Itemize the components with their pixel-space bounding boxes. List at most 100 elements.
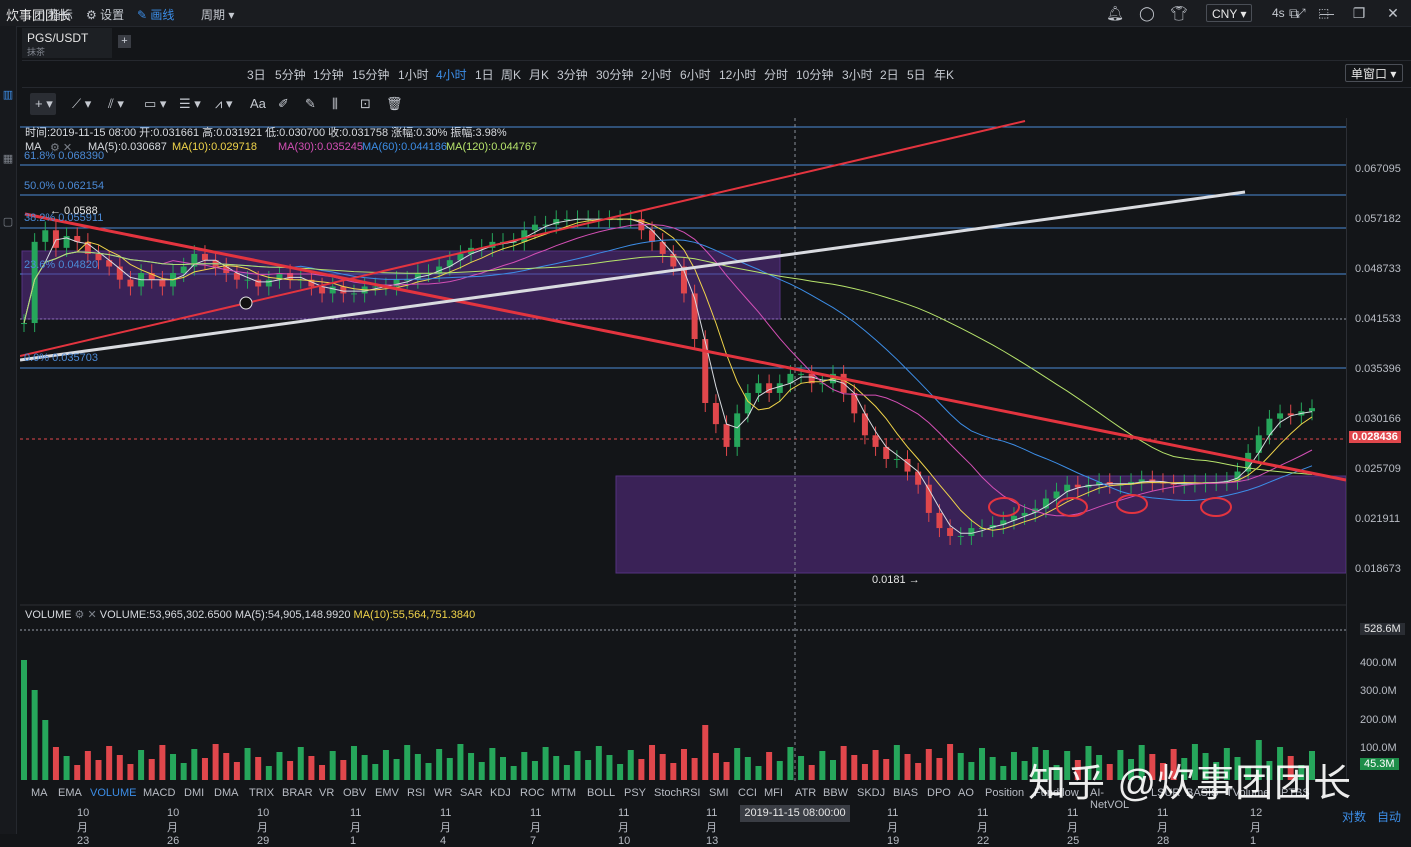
indicator-tab-25[interactable]: SKDJ <box>857 787 885 799</box>
interval-3[interactable]: 15分钟 <box>352 66 389 83</box>
indicator-tab-18[interactable]: PSY <box>624 787 646 799</box>
indicator-tab-26[interactable]: BIAS <box>893 787 918 799</box>
ruler-icon[interactable]: ✐ <box>278 96 289 112</box>
interval-17[interactable]: 2日 <box>880 66 899 83</box>
volume-bar <box>542 747 549 780</box>
indicator-tab-15[interactable]: ROC <box>520 787 544 799</box>
trend-anchor-point[interactable] <box>239 296 253 310</box>
volume-bar <box>457 744 464 780</box>
bell-icon[interactable]: 🔔︎ <box>1106 4 1124 22</box>
trade-icon[interactable]: ▥ <box>0 88 16 104</box>
interval-18[interactable]: 5日 <box>907 66 926 83</box>
maximize-icon[interactable]: ❐ <box>1350 4 1368 22</box>
volume-bar <box>521 752 528 780</box>
indicator-tab-7[interactable]: BRAR <box>282 787 313 799</box>
indicator-tab-17[interactable]: BOLL <box>587 787 615 799</box>
chart-icon[interactable]: ▦ <box>0 152 16 168</box>
indicator-tab-5[interactable]: DMA <box>214 787 238 799</box>
volume-settings-icon[interactable]: ⚙ ✕ <box>75 609 100 621</box>
interval-15[interactable]: 10分钟 <box>796 66 833 83</box>
screenshot-icon[interactable]: ⬚ <box>1318 6 1329 20</box>
trash-icon[interactable]: 🗑︎ <box>386 96 403 112</box>
interval-16[interactable]: 3小时 <box>842 66 873 83</box>
indicator-tab-14[interactable]: KDJ <box>490 787 511 799</box>
upper-trend-line <box>20 120 1026 357</box>
close-icon[interactable]: ✕ <box>1384 4 1402 22</box>
interval-8[interactable]: 月K <box>529 66 549 83</box>
interval-19[interactable]: 年K <box>934 66 954 83</box>
symbol-tab[interactable]: PGS/USDT 抹茶 <box>22 28 112 58</box>
indicator-tab-19[interactable]: StochRSI <box>654 787 700 799</box>
volume-bar <box>350 746 357 780</box>
interval-11[interactable]: 2小时 <box>641 66 672 83</box>
indicator-tab-20[interactable]: SMI <box>709 787 729 799</box>
period-dropdown[interactable]: 周期 ▾ <box>201 6 234 23</box>
brush-icon[interactable]: ✎ <box>305 96 316 112</box>
volume-bar <box>563 765 570 780</box>
interval-13[interactable]: 12小时 <box>719 66 756 83</box>
indicator-tab-16[interactable]: MTM <box>551 787 576 799</box>
account-icon[interactable]: ▢ <box>0 215 16 231</box>
indicator-tab-0[interactable]: MA <box>31 787 48 799</box>
interval-9[interactable]: 3分钟 <box>557 66 588 83</box>
interval-7[interactable]: 周K <box>501 66 521 83</box>
indicator-tab-29[interactable]: Position <box>985 787 1024 799</box>
volume-bar <box>883 759 890 780</box>
indicator-tab-6[interactable]: TRIX <box>249 787 274 799</box>
indicator-tab-27[interactable]: DPO <box>927 787 951 799</box>
interval-0[interactable]: 3日 <box>247 66 266 83</box>
indicator-tab-4[interactable]: DMI <box>184 787 204 799</box>
lock-icon[interactable]: ⊡ <box>360 96 371 112</box>
interval-12[interactable]: 6小时 <box>680 66 711 83</box>
volume-header: VOLUME ⚙ ✕ VOLUME:53,965,302.6500 MA(5):… <box>25 608 475 621</box>
ohlc-readout: 时间:2019-11-15 08:00 开:0.031661 高:0.03192… <box>25 127 507 139</box>
text-tool-icon[interactable]: Aa <box>250 96 266 111</box>
auto-scale-button[interactable]: 自动 <box>1377 808 1401 825</box>
log-scale-button[interactable]: 对数 <box>1342 808 1366 825</box>
ma60-value: MA(60):0.044186 <box>362 141 447 153</box>
price-chart[interactable] <box>20 118 1346 783</box>
candle <box>74 227 81 251</box>
indicator-tab-2[interactable]: VOLUME <box>90 787 136 799</box>
interval-10[interactable]: 30分钟 <box>596 66 633 83</box>
volume-bar <box>649 745 656 780</box>
indicator-tab-9[interactable]: OBV <box>343 787 366 799</box>
shirt-icon[interactable]: 👕︎ <box>1170 4 1188 22</box>
magnet-icon[interactable]: ⫼ <box>332 96 338 112</box>
draw-button[interactable]: ✎ 画线 <box>137 6 174 23</box>
indicator-tab-3[interactable]: MACD <box>143 787 175 799</box>
currency-select[interactable]: CNY ▾ <box>1206 4 1252 22</box>
candle <box>521 221 528 251</box>
interval-14[interactable]: 分时 <box>764 66 788 83</box>
interval-6[interactable]: 1日 <box>475 66 494 83</box>
refresh-rate[interactable]: 4s <box>1272 6 1285 20</box>
crosshair-icon: + ▾ <box>35 96 53 111</box>
indicator-tab-23[interactable]: ATR <box>795 787 816 799</box>
interval-5[interactable]: 4小时 <box>436 66 467 83</box>
interval-1[interactable]: 5分钟 <box>275 66 306 83</box>
search-icon[interactable]: ◯ <box>1138 4 1156 22</box>
indicator-tab-10[interactable]: EMV <box>375 787 399 799</box>
wave-tool-icon[interactable]: ⩘ ▾ <box>215 96 232 112</box>
indicator-tab-21[interactable]: CCI <box>738 787 757 799</box>
indicator-tab-12[interactable]: WR <box>434 787 452 799</box>
indicator-tab-22[interactable]: MFI <box>764 787 783 799</box>
indicator-tab-1[interactable]: EMA <box>58 787 82 799</box>
volume-bar <box>478 762 485 780</box>
indicator-tab-11[interactable]: RSI <box>407 787 425 799</box>
fullscreen-icon[interactable]: ⤢ <box>1296 6 1306 21</box>
indicator-tab-28[interactable]: AO <box>958 787 974 799</box>
indicator-tab-24[interactable]: BBW <box>823 787 848 799</box>
rectangle-tool-icon[interactable]: ▭ ▾ <box>144 96 166 112</box>
channel-tool-icon[interactable]: ⫽ ▾ <box>108 96 124 112</box>
add-tab-button[interactable]: + <box>118 35 131 48</box>
indicator-tab-13[interactable]: SAR <box>460 787 483 799</box>
interval-2[interactable]: 1分钟 <box>313 66 344 83</box>
interval-4[interactable]: 1小时 <box>398 66 429 83</box>
settings-button[interactable]: ⚙ 设置 <box>86 6 124 23</box>
fib-tool-icon[interactable]: ☰ ▾ <box>179 96 201 112</box>
line-tool-icon[interactable]: ⟋ ▾ <box>72 96 91 112</box>
window-mode-select[interactable]: 单窗口 ▾ <box>1345 64 1403 82</box>
indicator-button[interactable]: ◫ 指标 <box>34 6 73 23</box>
indicator-tab-8[interactable]: VR <box>319 787 334 799</box>
